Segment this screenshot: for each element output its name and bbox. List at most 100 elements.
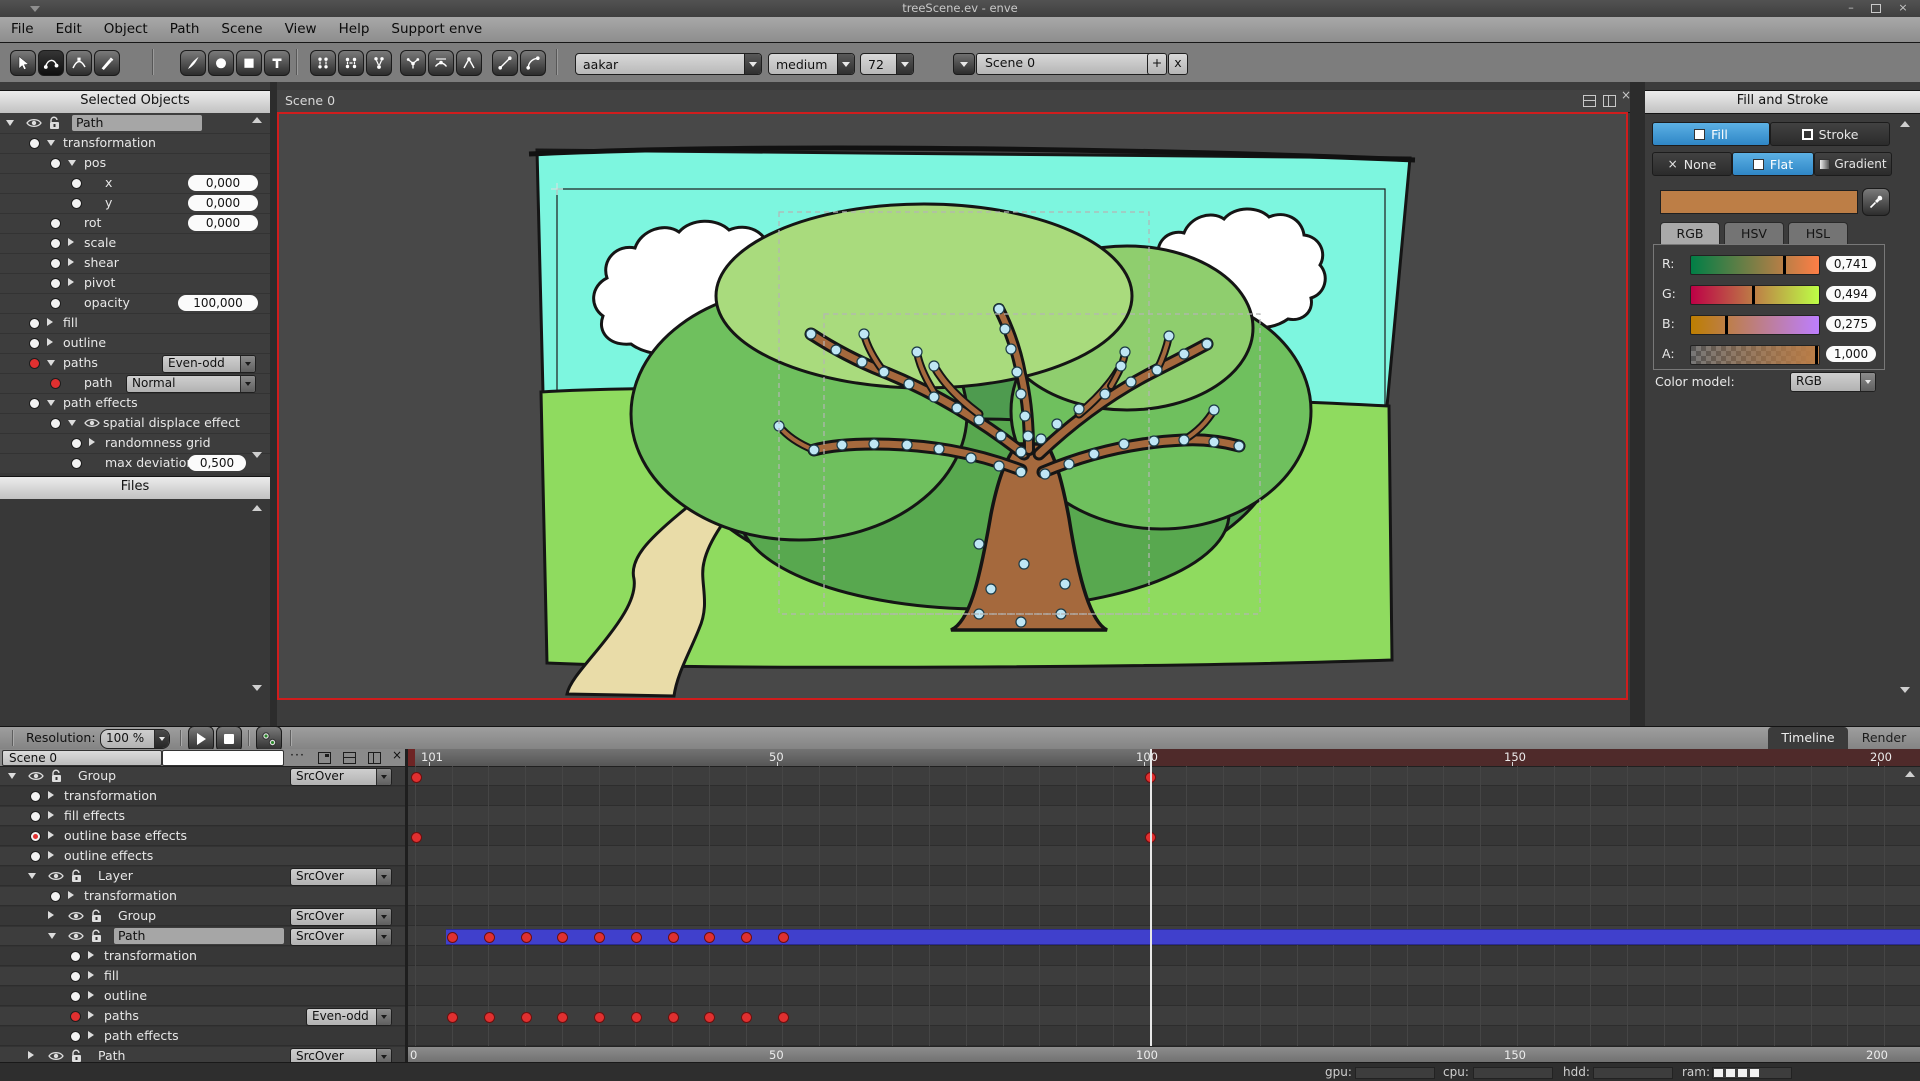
tab-timeline[interactable]: Timeline — [1768, 727, 1848, 749]
color-slider-sg[interactable] — [1690, 285, 1820, 305]
property-row-paths[interactable]: pathsEven-odd — [0, 1006, 408, 1027]
value-field[interactable]: 0,000 — [188, 195, 258, 211]
expand-icon[interactable] — [88, 1011, 94, 1019]
eye-icon[interactable] — [68, 930, 84, 942]
expand-icon[interactable] — [48, 911, 54, 919]
select-tool-button[interactable] — [10, 50, 36, 76]
eye-icon[interactable] — [26, 117, 42, 129]
collapse-icon[interactable] — [6, 120, 14, 126]
eye-icon[interactable] — [48, 870, 64, 882]
scroll-down-icon[interactable] — [252, 452, 262, 458]
menu-file[interactable]: File — [0, 17, 45, 42]
eye-icon[interactable] — [28, 770, 44, 782]
font-style-select[interactable]: medium — [768, 53, 855, 75]
keyframe[interactable] — [631, 932, 642, 943]
keyframe[interactable] — [741, 1012, 752, 1023]
property-row-transformation[interactable]: transformation — [0, 886, 408, 907]
record-dot[interactable] — [70, 1031, 81, 1042]
scroll-down-icon[interactable] — [1900, 687, 1910, 693]
collapse-icon[interactable] — [47, 400, 55, 406]
expand-icon[interactable] — [68, 258, 74, 266]
value-field[interactable]: 0,000 — [188, 215, 258, 231]
value-field[interactable]: 100,000 — [178, 295, 258, 311]
value-field[interactable]: 0,500 — [188, 455, 246, 471]
property-row-spatial-displace-effect[interactable]: spatial displace effect — [0, 413, 270, 434]
close-icon[interactable]: × — [392, 750, 402, 760]
slider-handle[interactable] — [1752, 286, 1755, 304]
keyframe[interactable] — [741, 932, 752, 943]
eye-icon[interactable] — [48, 1050, 64, 1062]
menu-path[interactable]: Path — [159, 17, 211, 42]
timeline-search-input[interactable] — [162, 750, 284, 766]
maximize-button[interactable] — [1864, 0, 1886, 16]
keyframe[interactable] — [778, 932, 789, 943]
record-dot[interactable] — [71, 198, 82, 209]
scene-dropdown-button[interactable] — [953, 53, 975, 75]
value-field[interactable]: 0,000 — [188, 175, 258, 191]
expand-icon[interactable] — [68, 891, 74, 899]
paint-none-button[interactable]: ×None — [1652, 152, 1732, 176]
blend-mode-select[interactable]: SrcOver — [290, 908, 392, 926]
slider-handle[interactable] — [1725, 316, 1728, 334]
collapse-icon[interactable] — [68, 420, 76, 426]
tab-rgb[interactable]: RGB — [1660, 222, 1720, 245]
tab-render[interactable]: Render — [1852, 727, 1916, 749]
color-slider-sa[interactable] — [1690, 345, 1820, 365]
expand-icon[interactable] — [48, 851, 54, 859]
record-dot[interactable] — [71, 458, 82, 469]
property-row-opacity[interactable]: opacity100,000 — [0, 293, 270, 314]
connect-nodes-button[interactable] — [310, 50, 336, 76]
record-dot[interactable] — [29, 338, 40, 349]
expand-icon[interactable] — [88, 971, 94, 979]
property-row-outline-base-effects[interactable]: outline base effects — [0, 826, 408, 847]
bend-path-tool-button[interactable] — [66, 50, 92, 76]
keyframe[interactable] — [668, 1012, 679, 1023]
property-row-max-deviation[interactable]: max deviation0,500 — [0, 453, 270, 474]
selected-label-box[interactable]: Path — [72, 115, 202, 131]
keyframe[interactable] — [484, 932, 495, 943]
property-row-path-effects[interactable]: path effects — [0, 393, 270, 414]
collapse-icon[interactable] — [47, 360, 55, 366]
expand-icon[interactable] — [88, 991, 94, 999]
collapse-icon[interactable] — [68, 160, 76, 166]
record-dot[interactable] — [71, 178, 82, 189]
record-dot[interactable] — [70, 951, 81, 962]
slider-value[interactable]: 0,275 — [1826, 316, 1876, 332]
lock-icon[interactable] — [90, 929, 103, 943]
color-slider-sb[interactable] — [1690, 315, 1820, 335]
lock-icon[interactable] — [70, 1049, 83, 1062]
collapse-icon[interactable] — [47, 140, 55, 146]
keyframe[interactable] — [704, 1012, 715, 1023]
eye-icon[interactable] — [84, 417, 100, 429]
scroll-down-icon[interactable] — [252, 685, 262, 691]
keyframe[interactable] — [594, 1012, 605, 1023]
menu-scene[interactable]: Scene — [210, 17, 273, 42]
tab-hsv[interactable]: HSV — [1724, 222, 1784, 245]
minimize-button[interactable]: – — [1840, 0, 1862, 16]
property-row-transformation[interactable]: transformation — [0, 946, 408, 967]
menu-help[interactable]: Help — [328, 17, 381, 42]
keyframe[interactable] — [521, 932, 532, 943]
tab-hsl[interactable]: HSL — [1788, 222, 1848, 245]
record-dot[interactable] — [71, 438, 82, 449]
record-dot[interactable] — [30, 831, 41, 842]
eyedropper-button[interactable] — [1862, 188, 1890, 216]
layer-row-Layer[interactable]: LayerSrcOver — [0, 866, 408, 887]
edit-path-tool-button[interactable] — [38, 50, 64, 76]
circle-tool-button[interactable] — [208, 50, 234, 76]
expand-icon[interactable] — [47, 318, 53, 326]
property-row-outline-effects[interactable]: outline effects — [0, 846, 408, 867]
smooth-node-button[interactable] — [428, 50, 454, 76]
property-row-outline[interactable]: outline — [0, 333, 270, 354]
more-options-icon[interactable]: ··· — [290, 747, 305, 762]
property-row-outline[interactable]: outline — [0, 986, 408, 1007]
scroll-up-icon[interactable] — [1900, 121, 1910, 127]
slider-value[interactable]: 0,494 — [1826, 286, 1876, 302]
keyframe[interactable] — [557, 932, 568, 943]
frame-ruler-bottom[interactable]: 050100150200 — [408, 1046, 1920, 1063]
property-row-transformation[interactable]: transformation — [0, 133, 270, 154]
scene-selector[interactable]: Scene 0 — [976, 53, 1154, 75]
scroll-up-icon[interactable] — [252, 117, 262, 123]
keyframe[interactable] — [447, 932, 458, 943]
canvas-viewport[interactable] — [277, 112, 1628, 700]
